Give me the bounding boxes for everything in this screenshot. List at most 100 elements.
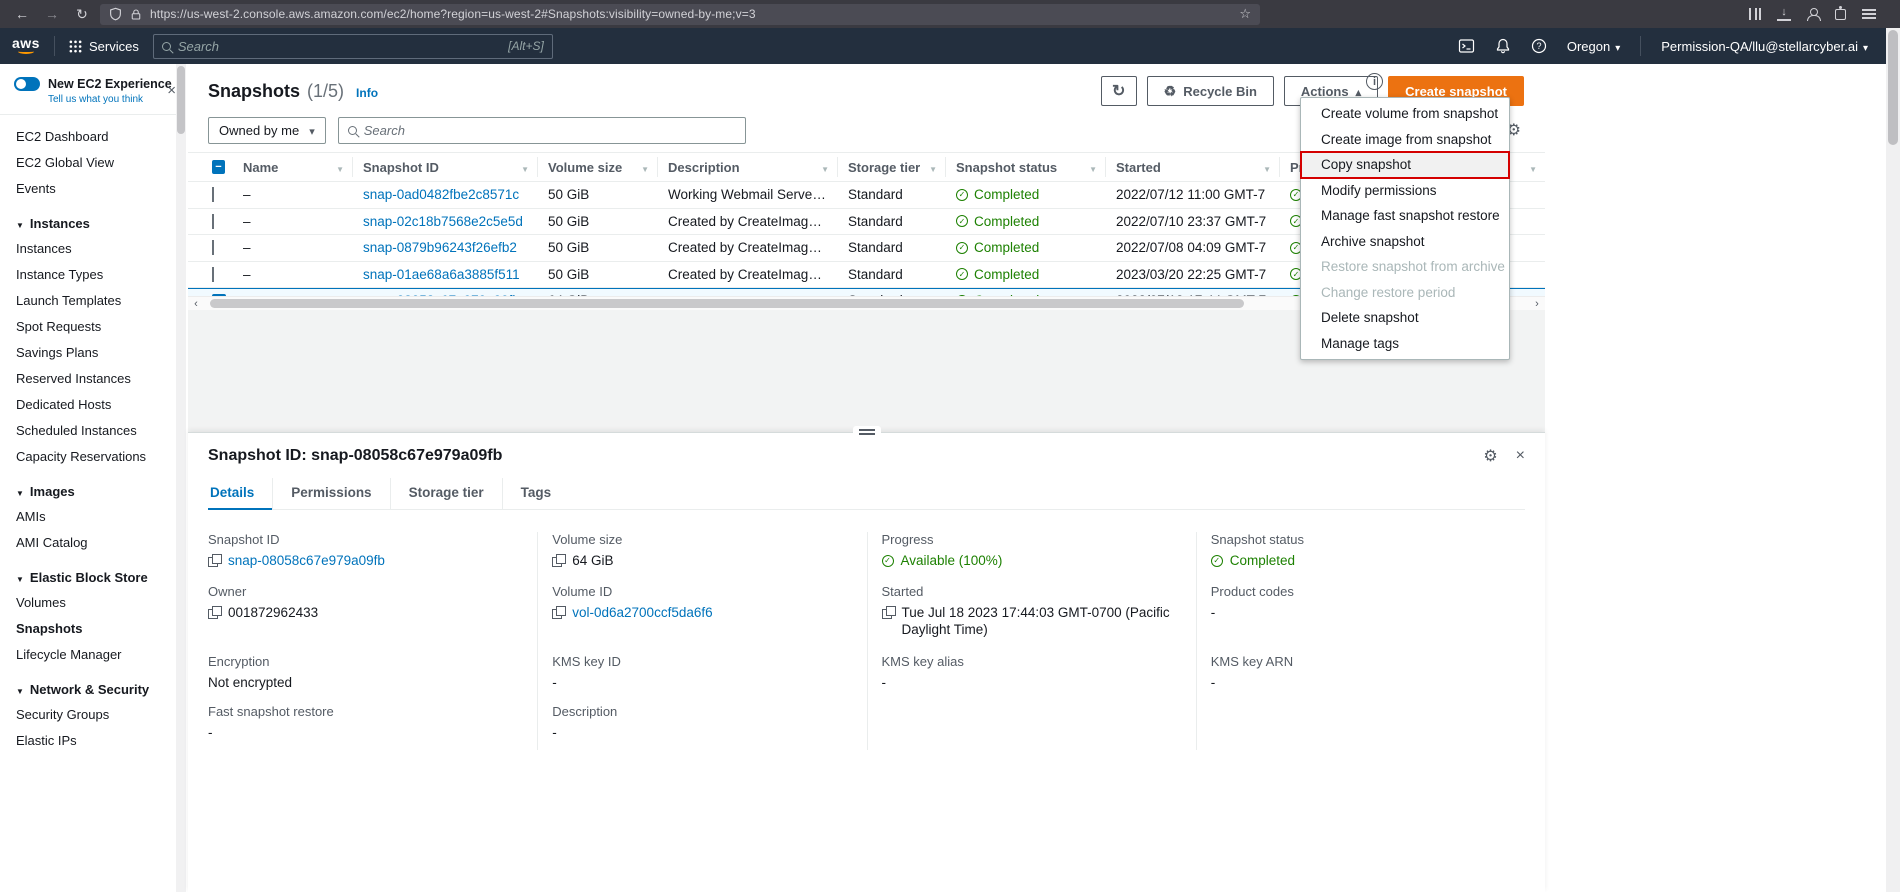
sort-caret-icon[interactable] bbox=[641, 160, 649, 175]
row-checkbox[interactable] bbox=[212, 267, 214, 282]
table-search-input[interactable] bbox=[364, 123, 736, 138]
tab-tags[interactable]: Tags bbox=[503, 478, 570, 509]
downloads-icon[interactable] bbox=[1777, 8, 1791, 21]
console-search-input[interactable] bbox=[178, 39, 501, 54]
cloudshell-icon[interactable] bbox=[1458, 38, 1475, 54]
sidebar-item-reserved-instances[interactable]: Reserved Instances bbox=[0, 365, 186, 391]
menu-item-modify-permissions[interactable]: Modify permissions bbox=[1301, 178, 1509, 204]
volume-id-link[interactable]: vol-0d6a2700ccf5da6f6 bbox=[572, 604, 712, 621]
ownership-filter-select[interactable]: Owned by me bbox=[208, 117, 326, 144]
menu-item-manage-tags[interactable]: Manage tags bbox=[1301, 331, 1509, 357]
row-checkbox[interactable] bbox=[212, 240, 214, 255]
info-link[interactable]: Info bbox=[356, 86, 378, 100]
column-header-name[interactable]: Name bbox=[233, 157, 353, 177]
browser-url-bar[interactable]: https://us-west-2.console.aws.amazon.com… bbox=[100, 4, 1260, 25]
menu-item-create-image-from-snapshot[interactable]: Create image from snapshot bbox=[1301, 127, 1509, 153]
column-header-snapshot-id[interactable]: Snapshot ID bbox=[353, 157, 538, 177]
sidebar-section-network-security[interactable]: Network & Security bbox=[0, 676, 186, 701]
tab-details[interactable]: Details bbox=[208, 478, 273, 509]
feedback-link[interactable]: Tell us what you think bbox=[48, 94, 172, 105]
sidebar-item-ami-catalog[interactable]: AMI Catalog bbox=[0, 529, 186, 555]
aws-logo[interactable]: aws bbox=[12, 38, 40, 54]
account-menu[interactable]: Permission-QA/llu@stellarcyber.ai bbox=[1661, 39, 1868, 54]
scroll-left-icon[interactable] bbox=[188, 298, 204, 310]
sort-caret-icon[interactable] bbox=[1089, 160, 1097, 175]
tab-storage-tier[interactable]: Storage tier bbox=[391, 478, 503, 509]
sidebar-item-savings-plans[interactable]: Savings Plans bbox=[0, 339, 186, 365]
help-icon[interactable]: ? bbox=[1531, 38, 1547, 54]
sidebar-item-instance-types[interactable]: Instance Types bbox=[0, 261, 186, 287]
page-scrollbar-thumb[interactable] bbox=[1888, 30, 1898, 145]
sort-caret-icon[interactable] bbox=[1529, 160, 1537, 175]
browser-back-icon[interactable] bbox=[10, 3, 34, 25]
scrollbar-thumb[interactable] bbox=[210, 299, 1244, 308]
select-all-checkbox[interactable] bbox=[212, 160, 225, 174]
browser-forward-icon[interactable] bbox=[40, 3, 64, 25]
column-header-snapshot-status[interactable]: Snapshot status bbox=[946, 157, 1106, 177]
help-panel-info-icon[interactable] bbox=[1366, 73, 1383, 90]
row-checkbox[interactable] bbox=[212, 187, 214, 202]
column-header-description[interactable]: Description bbox=[658, 157, 838, 177]
copy-icon[interactable] bbox=[552, 554, 565, 567]
row-checkbox[interactable] bbox=[212, 214, 214, 229]
url-text[interactable]: https://us-west-2.console.aws.amazon.com… bbox=[150, 7, 1231, 21]
sidebar-item-amis[interactable]: AMIs bbox=[0, 503, 186, 529]
sidebar-item-ec2-dashboard[interactable]: EC2 Dashboard bbox=[0, 123, 186, 149]
sidebar-item-scheduled-instances[interactable]: Scheduled Instances bbox=[0, 417, 186, 443]
sidebar-item-launch-templates[interactable]: Launch Templates bbox=[0, 287, 186, 313]
browser-menu-icon[interactable] bbox=[1862, 9, 1876, 19]
tracking-shield-icon[interactable] bbox=[109, 7, 122, 21]
sidebar-item-dedicated-hosts[interactable]: Dedicated Hosts bbox=[0, 391, 186, 417]
library-icon[interactable] bbox=[1749, 8, 1761, 20]
sidebar-item-spot-requests[interactable]: Spot Requests bbox=[0, 313, 186, 339]
column-header-volume-size[interactable]: Volume size bbox=[538, 157, 658, 177]
lock-icon[interactable] bbox=[130, 8, 142, 21]
copy-icon[interactable] bbox=[882, 606, 895, 619]
menu-item-create-volume-from-snapshot[interactable]: Create volume from snapshot bbox=[1301, 101, 1509, 127]
snapshot-id-link[interactable]: snap-02c18b7568e2c5e5d bbox=[363, 214, 523, 229]
sidebar-item-capacity-reservations[interactable]: Capacity Reservations bbox=[0, 443, 186, 469]
services-menu[interactable]: Services bbox=[69, 39, 139, 54]
sidebar-section-instances[interactable]: Instances bbox=[0, 210, 186, 235]
sidebar-item-elastic-ips[interactable]: Elastic IPs bbox=[0, 727, 186, 753]
sidebar-item-instances[interactable]: Instances bbox=[0, 235, 186, 261]
snapshot-id-link[interactable]: snap-01ae68a6a3885f511 bbox=[363, 267, 520, 282]
column-header-storage-tier[interactable]: Storage tier bbox=[838, 157, 946, 177]
sort-caret-icon[interactable] bbox=[1263, 160, 1271, 175]
scroll-right-icon[interactable] bbox=[1529, 298, 1545, 310]
copy-icon[interactable] bbox=[208, 606, 221, 619]
sidebar-item-ec2-global-view[interactable]: EC2 Global View bbox=[0, 149, 186, 175]
menu-item-copy-snapshot[interactable]: Copy snapshot bbox=[1301, 152, 1509, 178]
column-header-started[interactable]: Started bbox=[1106, 157, 1280, 177]
copy-icon[interactable] bbox=[552, 606, 565, 619]
region-selector[interactable]: Oregon bbox=[1567, 39, 1620, 54]
menu-item-manage-fast-snapshot-restore[interactable]: Manage fast snapshot restore bbox=[1301, 203, 1509, 229]
extensions-icon[interactable] bbox=[1835, 9, 1846, 20]
snapshot-id-link[interactable]: snap-0ad0482fbe2c8571c bbox=[363, 187, 519, 202]
tab-permissions[interactable]: Permissions bbox=[273, 478, 390, 509]
menu-item-archive-snapshot[interactable]: Archive snapshot bbox=[1301, 229, 1509, 255]
sidebar-section-elastic-block-store[interactable]: Elastic Block Store bbox=[0, 564, 186, 589]
sidebar-item-snapshots[interactable]: Snapshots bbox=[0, 615, 186, 641]
sidebar-item-lifecycle-manager[interactable]: Lifecycle Manager bbox=[0, 641, 186, 667]
refresh-button[interactable] bbox=[1101, 76, 1137, 106]
sidebar-section-images[interactable]: Images bbox=[0, 478, 186, 503]
table-search-box[interactable] bbox=[338, 117, 746, 144]
snapshot-id-link[interactable]: snap-0879b96243f26efb2 bbox=[363, 240, 517, 255]
new-experience-toggle[interactable] bbox=[14, 77, 40, 91]
page-scrollbar[interactable] bbox=[1886, 28, 1900, 892]
console-search[interactable]: [Alt+S] bbox=[153, 34, 553, 59]
sort-caret-icon[interactable] bbox=[521, 160, 529, 175]
sort-caret-icon[interactable] bbox=[821, 160, 829, 175]
notifications-bell-icon[interactable] bbox=[1495, 38, 1511, 54]
sort-caret-icon[interactable] bbox=[336, 160, 344, 175]
snapshot-id-value-link[interactable]: snap-08058c67e979a09fb bbox=[228, 552, 385, 569]
sort-caret-icon[interactable] bbox=[929, 160, 937, 175]
sidebar-item-events[interactable]: Events bbox=[0, 175, 186, 201]
profile-icon[interactable] bbox=[1807, 8, 1819, 20]
sidebar-item-volumes[interactable]: Volumes bbox=[0, 589, 186, 615]
menu-item-delete-snapshot[interactable]: Delete snapshot bbox=[1301, 305, 1509, 331]
panel-close-icon[interactable] bbox=[1516, 447, 1525, 465]
sidebar-item-security-groups[interactable]: Security Groups bbox=[0, 701, 186, 727]
sidebar-scrollbar[interactable] bbox=[176, 64, 186, 892]
